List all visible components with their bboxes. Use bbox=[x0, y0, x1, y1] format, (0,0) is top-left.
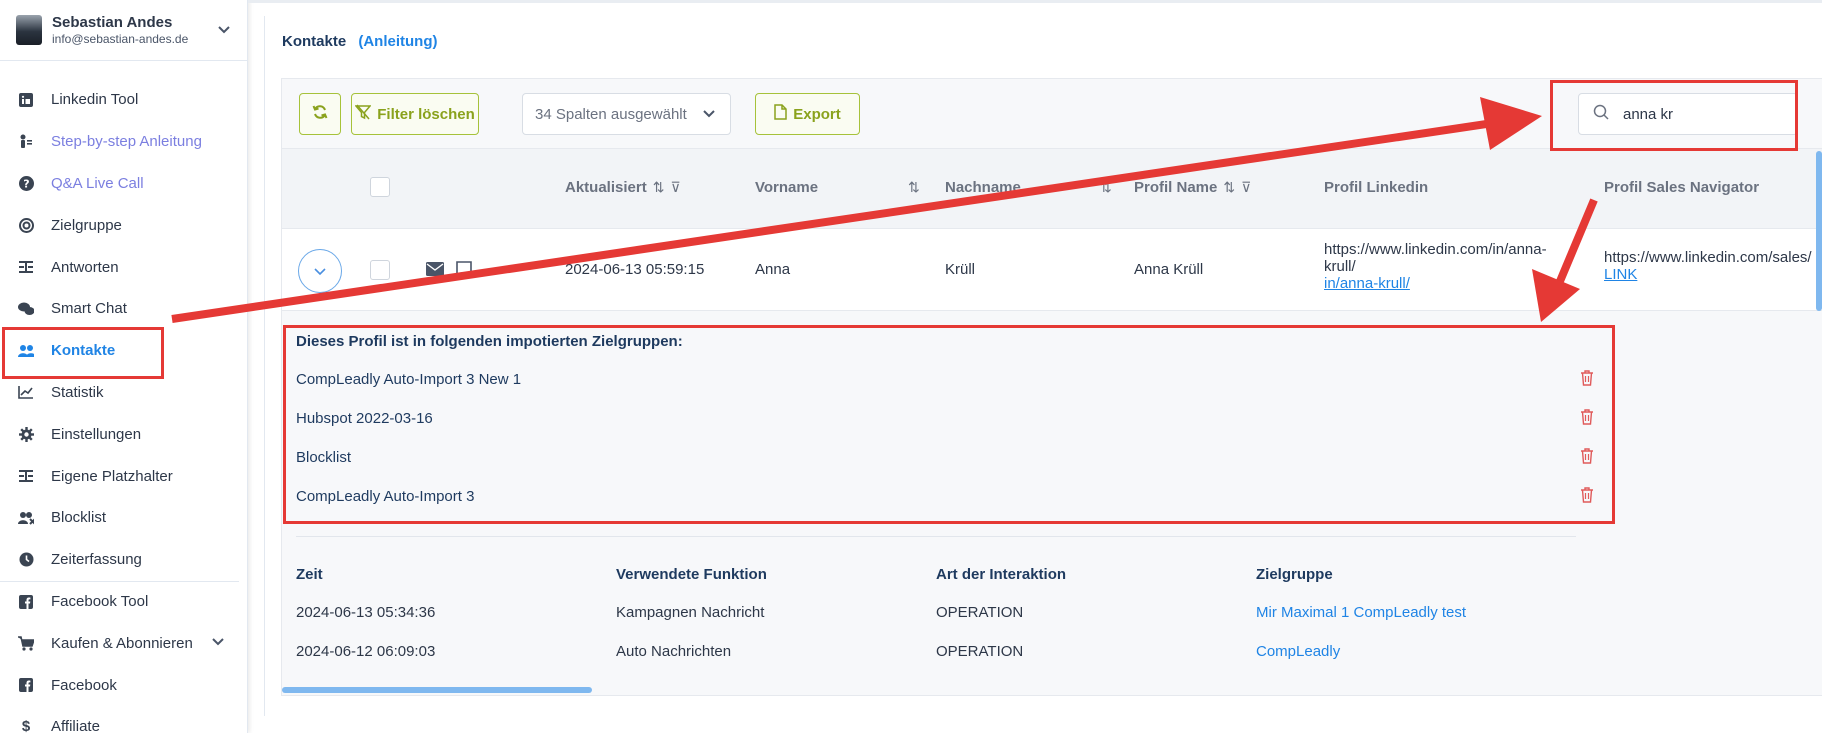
annotation-arrow-line bbox=[171, 118, 1501, 323]
annotation-arrow-head bbox=[1532, 269, 1580, 322]
annotation-arrow-head bbox=[1480, 97, 1542, 150]
annotation-arrow-line bbox=[1554, 198, 1598, 288]
annotation-arrows bbox=[171, 97, 1598, 323]
app-window: Sebastian Andes info@sebastian-andes.de … bbox=[0, 0, 1822, 733]
